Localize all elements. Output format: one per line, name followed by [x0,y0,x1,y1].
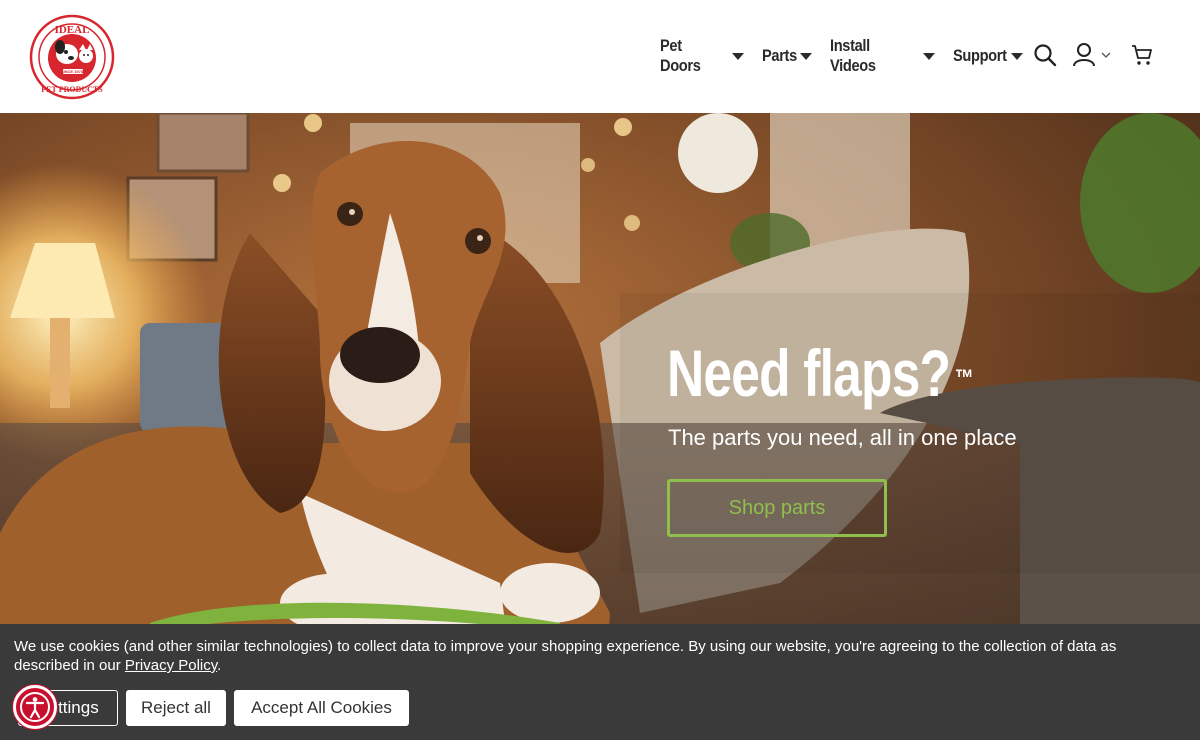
accessibility-icon [20,692,50,722]
ideal-pet-products-logo[interactable]: SINCE 1978 IDEAL PET PRODUCTS [29,14,115,100]
nav-item-label: Parts [762,46,797,65]
trademark-symbol: ™ [954,365,974,392]
nav-item-pet-doors[interactable]: Pet Doors [660,36,744,76]
logo-emblem-icon: SINCE 1978 IDEAL PET PRODUCTS [29,14,115,100]
privacy-policy-link[interactable]: Privacy Policy [125,657,217,674]
main-nav: Pet Doors Parts Install Videos Support [660,36,1041,75]
hero-title-text: Need flaps? [667,336,951,410]
nav-item-install-videos[interactable]: Install Videos [830,36,935,76]
search-button[interactable] [1033,43,1057,67]
chevron-down-icon [1101,52,1111,58]
cart-icon [1132,45,1152,65]
caret-down-icon [732,52,744,60]
hero-title: Need flaps? ™ [667,335,974,411]
accept-all-cookies-button[interactable]: Accept All Cookies [234,690,409,726]
accessibility-button[interactable] [13,685,57,729]
cookie-consent-banner: We use cookies (and other similar techno… [0,624,1200,740]
caret-down-icon [923,52,935,60]
hero-subtitle: The parts you need, all in one place [668,425,1017,450]
reject-all-button[interactable]: Reject all [126,690,226,726]
nav-item-label: Support [953,46,1007,65]
user-icon [1073,43,1111,67]
cookie-message-end: . [217,657,222,674]
cookie-message: We use cookies (and other similar techno… [14,637,1174,675]
logo-bottom-text: PET PRODUCTS [41,85,103,94]
caret-down-icon [1011,52,1023,60]
logo-since-text: SINCE 1978 [61,69,84,74]
nav-item-label: Install Videos [830,36,876,75]
caret-down-icon [800,52,812,60]
nav-item-parts[interactable]: Parts [762,46,812,66]
nav-item-support[interactable]: Support [953,46,1023,66]
site-header: SINCE 1978 IDEAL PET PRODUCTS Pet Doors … [0,0,1200,113]
shop-parts-button[interactable]: Shop parts [667,479,887,537]
search-icon [1034,44,1057,67]
nav-item-label: Pet Doors [660,36,701,75]
logo-top-text: IDEAL [55,24,90,36]
cart-button[interactable] [1130,43,1154,67]
account-button[interactable] [1072,42,1114,68]
